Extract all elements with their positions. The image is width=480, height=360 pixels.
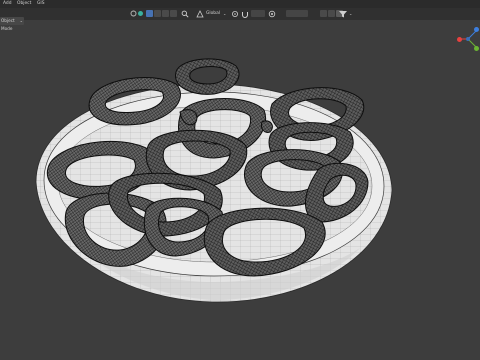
menu-add[interactable]: Add [3, 0, 12, 8]
chevron-down-icon: ⌄ [223, 11, 227, 16]
overlay-toggle[interactable] [320, 10, 327, 17]
chevron-down-icon: ⌄ [349, 11, 353, 16]
axis-y-dot[interactable] [474, 46, 479, 51]
transform-orientation-icon [196, 10, 204, 18]
select-box-button[interactable] [146, 10, 153, 17]
menu-gis[interactable]: GIS [37, 0, 44, 8]
viewport-header: Object Mode ⌄ Global ⌄ ⌄ [0, 8, 480, 31]
onion-rings-mesh [35, 58, 393, 303]
view-options-group[interactable] [286, 10, 308, 17]
cursor-icon[interactable] [130, 10, 137, 17]
snap-target-select[interactable] [251, 10, 265, 17]
axis-z-dot[interactable] [474, 27, 479, 32]
select-lasso-button[interactable] [162, 10, 169, 17]
blender-window: Add Object GIS Object Mode ⌄ Global ⌄ ⌄ [0, 0, 480, 360]
select-tweak-button[interactable] [170, 10, 177, 17]
menu-bar: Add Object GIS [0, 0, 480, 8]
select-circle-button[interactable] [154, 10, 161, 17]
transform-orientation-select[interactable]: Global [206, 8, 220, 20]
xray-toggle[interactable] [328, 10, 335, 17]
axis-x-dot[interactable] [457, 37, 462, 42]
search-icon[interactable] [181, 10, 189, 18]
menu-object[interactable]: Object [17, 0, 31, 8]
snap-icon[interactable] [241, 10, 249, 18]
filter-icon[interactable] [338, 10, 348, 18]
object-color-icon[interactable] [137, 10, 144, 17]
3d-viewport[interactable] [0, 20, 480, 360]
axis-gizmo[interactable] [456, 22, 480, 56]
pivot-icon[interactable] [231, 10, 239, 18]
proportional-edit-icon[interactable] [268, 10, 276, 18]
axis-neg-dot[interactable] [466, 37, 470, 41]
